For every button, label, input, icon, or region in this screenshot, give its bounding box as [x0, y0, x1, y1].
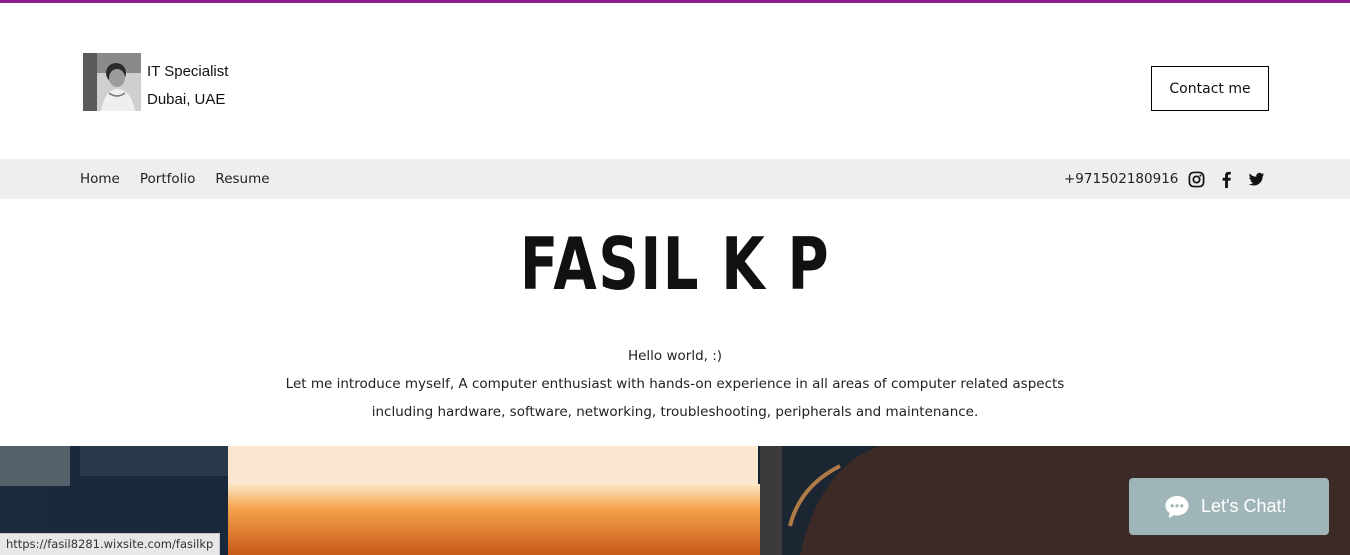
role-text: IT Specialist — [147, 63, 229, 80]
status-bar-url: https://fasil8281.wixsite.com/fasilkp — [0, 533, 221, 555]
nav-item-home[interactable]: Home — [80, 171, 120, 187]
twitter-icon[interactable] — [1246, 169, 1266, 189]
chat-widget-button[interactable]: Let's Chat! — [1129, 478, 1329, 535]
nav-item-resume[interactable]: Resume — [215, 171, 269, 187]
site-header: IT Specialist Dubai, UAE Contact me — [0, 3, 1350, 159]
intro-line: including hardware, software, networking… — [371, 404, 979, 420]
contact-me-button[interactable]: Contact me — [1151, 66, 1269, 111]
nav-bar: Home Portfolio Resume +971502180916 — [0, 159, 1350, 199]
tagline: IT Specialist Dubai, UAE — [147, 58, 228, 114]
social-links — [1186, 169, 1276, 189]
nav-item-portfolio[interactable]: Portfolio — [140, 171, 196, 187]
instagram-icon[interactable] — [1186, 169, 1206, 189]
intro-line: Let me introduce myself, A computer enth… — [285, 376, 1065, 392]
facebook-icon[interactable] — [1216, 169, 1236, 189]
chat-label: Let's Chat! — [1201, 496, 1287, 516]
intro-line: Hello world, :) — [627, 348, 723, 364]
nav-links: Home Portfolio Resume — [80, 159, 290, 199]
avatar — [83, 53, 141, 111]
intro-text: Hello world, :) Let me introduce myself,… — [0, 342, 1350, 426]
chat-bubble-icon — [1165, 495, 1189, 518]
phone-number[interactable]: +971502180916 — [1064, 159, 1178, 199]
page-title: FASIL K P — [519, 222, 831, 306]
location-text: Dubai, UAE — [147, 91, 226, 108]
